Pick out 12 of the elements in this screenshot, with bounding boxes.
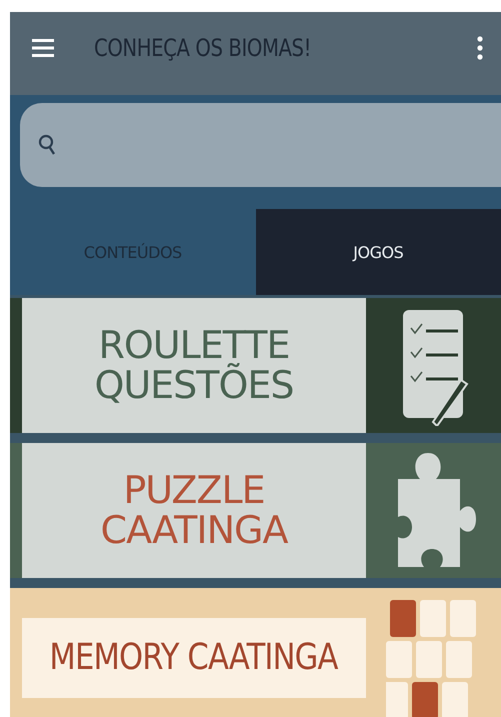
search-icon [38,134,56,156]
more-options-icon[interactable] [477,36,483,60]
game-card[interactable]: ROULETTE QUESTÕES [10,298,501,433]
game-card[interactable]: MEMORY CAATINGA [10,588,501,717]
tab[interactable]: JOGOS [256,209,501,295]
game-title: MEMORY CAATINGA [50,639,338,677]
app-title: CONHEÇA OS BIOMAS! [94,34,312,62]
game-title: ROULETTE QUESTÕES [93,326,295,406]
game-title: PUZZLE CAATINGA [100,470,289,550]
menu-icon[interactable] [32,38,54,58]
game-card[interactable]: PUZZLE CAATINGA [10,443,501,578]
search-field[interactable] [20,103,501,187]
